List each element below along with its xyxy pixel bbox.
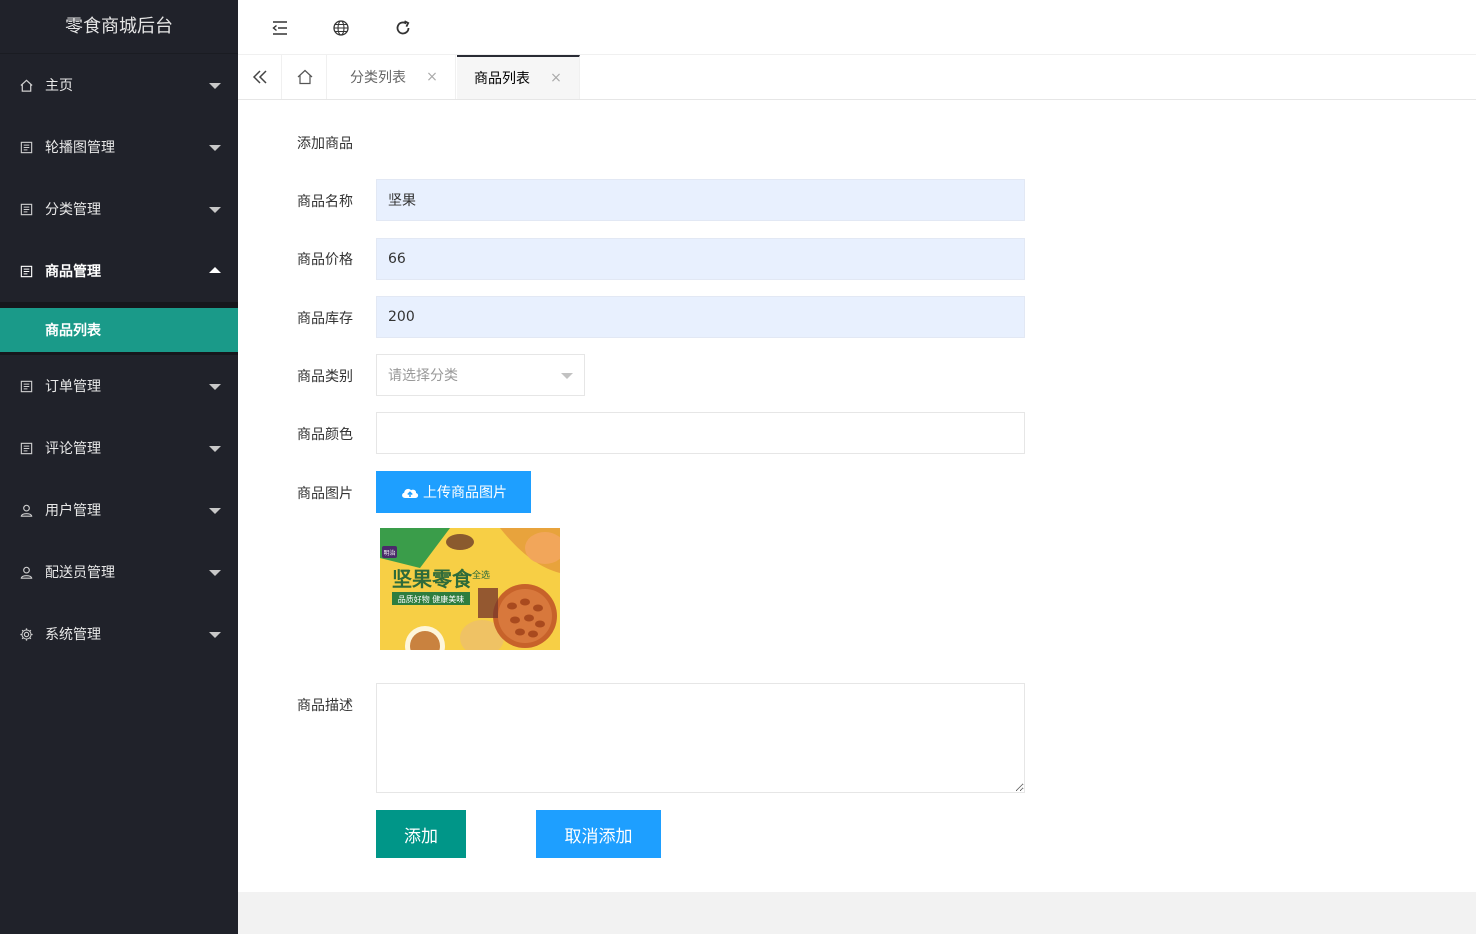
close-icon[interactable]: × [550,70,562,86]
sidebar-item-label: 用户管理 [45,503,101,519]
product-name-input[interactable] [376,179,1025,221]
file-icon [18,378,34,394]
file-icon [18,139,34,155]
product-color-input[interactable] [376,412,1025,454]
sidebar-item-users[interactable]: 用户管理 [0,479,238,541]
app-logo: 零食商城后台 [0,0,238,54]
upload-button-label: 上传商品图片 [423,485,507,501]
product-stock-input[interactable] [376,296,1025,338]
category-select[interactable]: 请选择分类 [376,354,585,396]
sidebar-item-label: 系统管理 [45,627,101,643]
sidebar-item-carousel[interactable]: 轮播图管理 [0,116,238,178]
product-description-input[interactable] [376,683,1025,793]
tab-label: 商品列表 [474,71,530,87]
sidebar-subitem-label: 商品列表 [45,323,101,339]
sidebar-item-label: 订单管理 [45,379,101,395]
sidebar-item-label: 配送员管理 [45,565,115,581]
tab-label: 分类列表 [350,70,406,86]
product-image-preview: 明治 坚果零食 全选 品质好物 健康美味 [380,528,560,650]
sidebar-item-label: 商品管理 [45,264,101,280]
file-icon [18,263,34,279]
chevron-down-icon [209,384,221,390]
chevron-down-icon [209,632,221,638]
sidebar-item-orders[interactable]: 订单管理 [0,355,238,417]
user-icon [18,502,34,518]
category-select-placeholder: 请选择分类 [388,368,458,384]
chevron-down-icon [209,570,221,576]
close-icon[interactable]: × [426,69,438,85]
upload-image-button[interactable]: 上传商品图片 [376,471,531,513]
sidebar-item-label: 评论管理 [45,441,101,457]
sidebar-item-products[interactable]: 商品管理 [0,240,238,302]
stock-label: 商品库存 [297,311,353,327]
form-title: 添加商品 [297,136,353,152]
sidebar-item-label: 分类管理 [45,202,101,218]
refresh-icon[interactable] [392,17,414,39]
preview-brand: 明治 [383,549,395,557]
sidebar-item-category[interactable]: 分类管理 [0,178,238,240]
sidebar: 零食商城后台 主页 轮播图管理 分类管理 商品管理 商品列表 订单管理 评论管理… [0,0,238,934]
sidebar-item-label: 主页 [45,78,73,94]
description-label: 商品描述 [297,698,353,714]
chevron-up-icon [209,267,221,273]
product-price-input[interactable] [376,238,1025,280]
sidebar-item-couriers[interactable]: 配送员管理 [0,541,238,603]
globe-icon[interactable] [330,17,352,39]
name-label: 商品名称 [297,194,353,210]
preview-side: 全选 [472,569,490,581]
tabs-scroll-left-icon[interactable] [238,55,282,99]
top-header [238,0,1476,55]
price-label: 商品价格 [297,252,353,268]
sidebar-item-label: 轮播图管理 [45,140,115,156]
home-tab-icon[interactable] [283,55,327,99]
category-label: 商品类别 [297,369,353,385]
chevron-down-icon [561,373,573,379]
file-icon [18,440,34,456]
chevron-down-icon [209,83,221,89]
sidebar-submenu: 商品列表 [0,302,238,355]
cloud-upload-icon [402,488,419,498]
home-icon [18,77,34,93]
tab-bar: 分类列表 × 商品列表 × [238,55,1476,100]
tab-product-list[interactable]: 商品列表 × [457,55,580,99]
main-content: 添加商品 商品名称 商品价格 商品库存 商品类别 请选择分类 商品颜色 商品图片… [238,100,1476,892]
chevron-down-icon [209,207,221,213]
color-label: 商品颜色 [297,427,353,443]
sidebar-subitem-product-list[interactable]: 商品列表 [0,308,238,352]
file-icon [18,201,34,217]
image-label: 商品图片 [297,486,353,502]
chevron-down-icon [209,508,221,514]
cancel-add-button[interactable]: 取消添加 [536,810,661,858]
sidebar-item-system[interactable]: 系统管理 [0,603,238,665]
gear-icon [18,626,34,642]
add-button[interactable]: 添加 [376,810,466,858]
chevron-down-icon [209,145,221,151]
tab-category-list[interactable]: 分类列表 × [333,55,456,99]
user-icon [18,564,34,580]
sidebar-item-home[interactable]: 主页 [0,54,238,116]
preview-slogan: 品质好物 健康美味 [398,594,465,604]
preview-title: 坚果零食 [392,567,473,591]
sidebar-item-comments[interactable]: 评论管理 [0,417,238,479]
chevron-down-icon [209,446,221,452]
shrink-menu-icon[interactable] [269,17,291,39]
